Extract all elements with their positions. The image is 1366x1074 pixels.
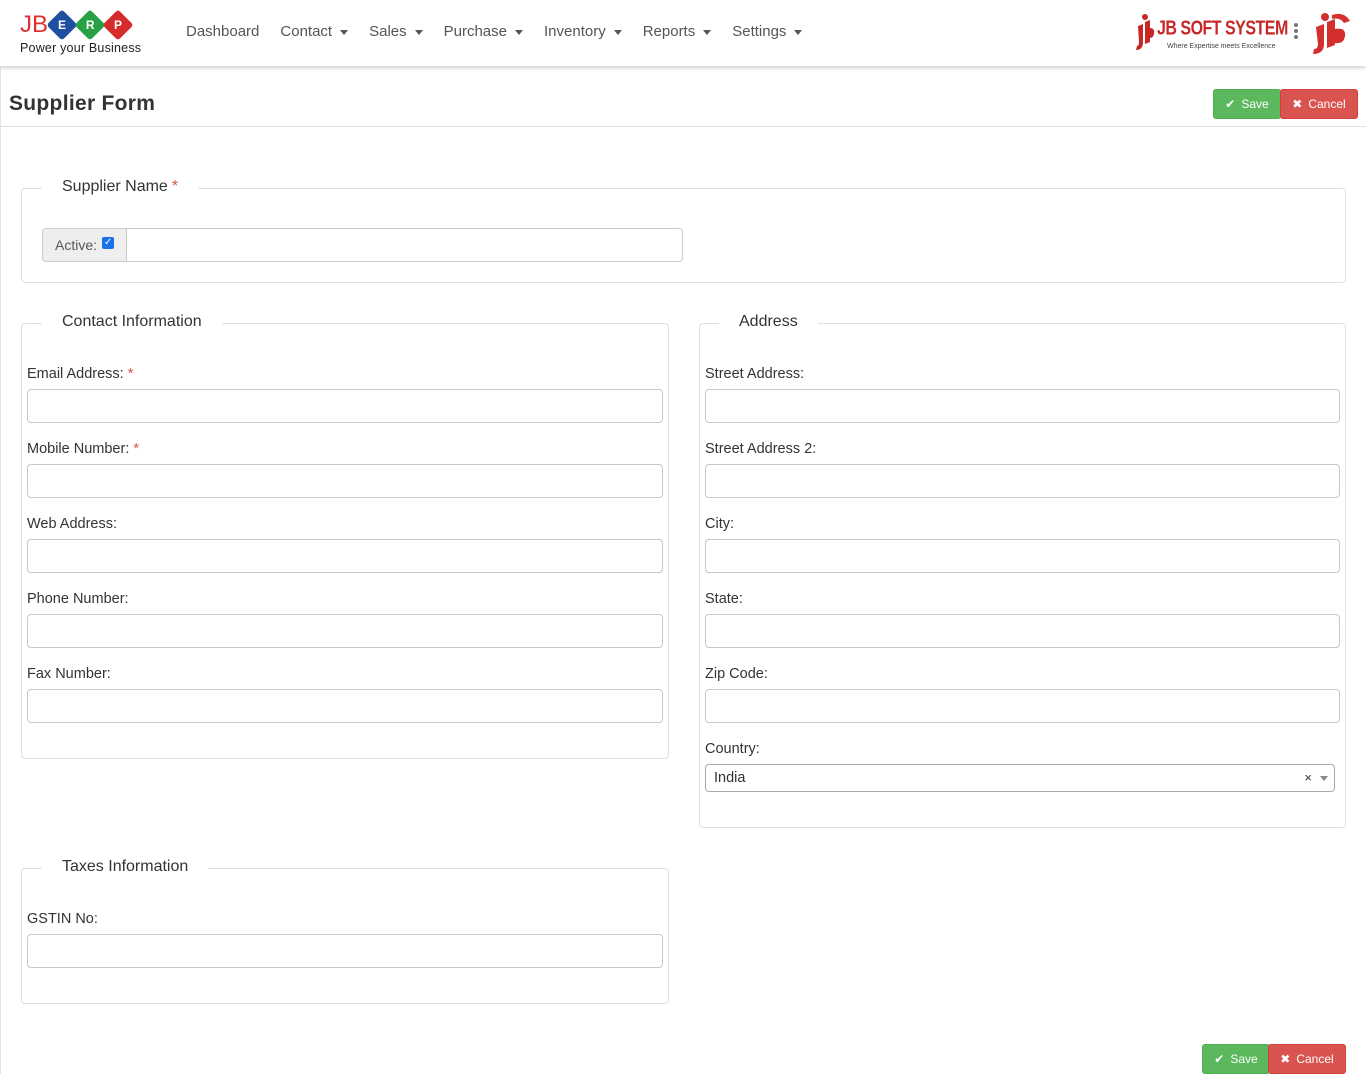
nav-label: Reports	[642, 23, 696, 40]
top-navbar: JB E R P Power your Business Dashboard C…	[0, 0, 1366, 66]
nav-item-purchase[interactable]: Purchase	[444, 22, 523, 42]
page-title: Supplier Form	[9, 92, 156, 115]
nav-item-inventory[interactable]: Inventory	[544, 22, 622, 42]
check-icon: ✔	[1214, 1052, 1225, 1066]
city-field[interactable]	[705, 539, 1340, 573]
header-divider	[1, 126, 1366, 127]
nav-item-sales[interactable]: Sales	[369, 22, 423, 42]
required-mark: *	[133, 441, 139, 457]
company-tagline: Where Expertise meets Excellence	[1167, 43, 1276, 50]
nav-item-contact[interactable]: Contact	[280, 22, 349, 42]
save-button[interactable]: ✔ Save	[1213, 89, 1281, 119]
nav-label: Settings	[732, 23, 787, 40]
bottom-save-button[interactable]: ✔ Save	[1202, 1044, 1270, 1074]
caret-down-icon	[340, 30, 349, 35]
web-field[interactable]	[27, 539, 663, 573]
email-field[interactable]	[27, 389, 663, 423]
cancel-label: Cancel	[1296, 1052, 1334, 1066]
caret-down-icon	[515, 30, 523, 35]
brand-letter-r: R	[74, 9, 106, 41]
street-label: Street Address:	[705, 366, 805, 382]
save-label: Save	[1230, 1052, 1258, 1066]
check-icon: ✔	[1225, 97, 1236, 111]
bottom-cancel-button[interactable]: ✖ Cancel	[1268, 1044, 1346, 1074]
caret-down-icon	[414, 30, 423, 35]
taxes-legend: Taxes Information	[42, 857, 209, 877]
nav-item-dashboard[interactable]: Dashboard	[186, 22, 259, 42]
brand-letter-e: E	[46, 9, 78, 41]
fax-field[interactable]	[27, 689, 663, 723]
nav-label: Sales	[369, 23, 407, 40]
nav-label: Inventory	[544, 23, 606, 40]
nav-label: Contact	[280, 23, 333, 40]
brand-jb-text: JB	[20, 11, 49, 38]
fax-label: Fax Number:	[27, 666, 111, 682]
clear-icon[interactable]: ×	[1304, 770, 1312, 785]
times-icon: ✖	[1292, 97, 1303, 111]
cancel-label: Cancel	[1308, 97, 1346, 111]
times-icon: ✖	[1280, 1052, 1291, 1066]
mobile-field[interactable]	[27, 464, 663, 498]
gstin-label: GSTIN No:	[27, 911, 98, 927]
country-label: Country:	[705, 741, 760, 757]
legend-text: Supplier Name	[62, 178, 168, 195]
mobile-label: Mobile Number: *	[27, 441, 139, 457]
page-border	[0, 66, 1, 1074]
company-logo: JB SOFT SYSTEM Where Expertise meets Exc…	[1135, 12, 1288, 54]
city-label: City:	[705, 516, 734, 532]
phone-label: Phone Number:	[27, 591, 129, 607]
nav-item-reports[interactable]: Reports	[643, 22, 712, 42]
web-label: Web Address:	[27, 516, 118, 532]
nav-item-settings[interactable]: Settings	[732, 22, 803, 42]
country-value: India	[714, 770, 746, 786]
caret-down-icon	[794, 30, 803, 35]
zip-label: Zip Code:	[705, 666, 768, 682]
active-checkbox[interactable]: ✓	[102, 237, 115, 249]
supplier-name-input[interactable]	[126, 228, 683, 262]
brand-logo[interactable]: JB E R P Power your Business	[20, 9, 155, 58]
brand-letter-p: P	[102, 9, 134, 41]
supplier-name-legend: Supplier Name *	[42, 177, 199, 197]
street-field[interactable]	[705, 389, 1340, 423]
brand-tagline: Power your Business	[20, 41, 142, 55]
state-field[interactable]	[705, 614, 1340, 648]
kebab-icon[interactable]	[1290, 22, 1302, 44]
state-label: State:	[705, 591, 743, 607]
main-nav: Dashboard Contact Sales Purchase Invento…	[186, 22, 823, 42]
email-label: Email Address: *	[27, 366, 134, 382]
country-select[interactable]: India ×	[705, 764, 1335, 792]
nav-label: Purchase	[443, 23, 507, 40]
street2-label: Street Address 2:	[705, 441, 817, 457]
gstin-field[interactable]	[27, 934, 663, 968]
caret-down-icon	[613, 30, 622, 35]
save-label: Save	[1241, 97, 1269, 111]
caret-down-icon	[703, 30, 712, 35]
street2-field[interactable]	[705, 464, 1340, 498]
zip-field[interactable]	[705, 689, 1340, 723]
address-legend: Address	[719, 312, 818, 332]
nav-label: Dashboard	[186, 23, 260, 40]
company-name: JB SOFT SYSTEM	[1157, 18, 1288, 40]
contact-legend: Contact Information	[42, 312, 222, 332]
cancel-button[interactable]: ✖ Cancel	[1280, 89, 1358, 119]
chevron-down-icon	[1320, 776, 1328, 781]
user-avatar-icon[interactable]	[1310, 11, 1352, 55]
required-mark: *	[171, 178, 179, 195]
required-mark: *	[127, 366, 134, 382]
active-label: Active:	[55, 237, 98, 253]
active-addon: Active: ✓	[42, 228, 127, 262]
phone-field[interactable]	[27, 614, 663, 648]
jb-mark-icon	[1136, 14, 1155, 50]
